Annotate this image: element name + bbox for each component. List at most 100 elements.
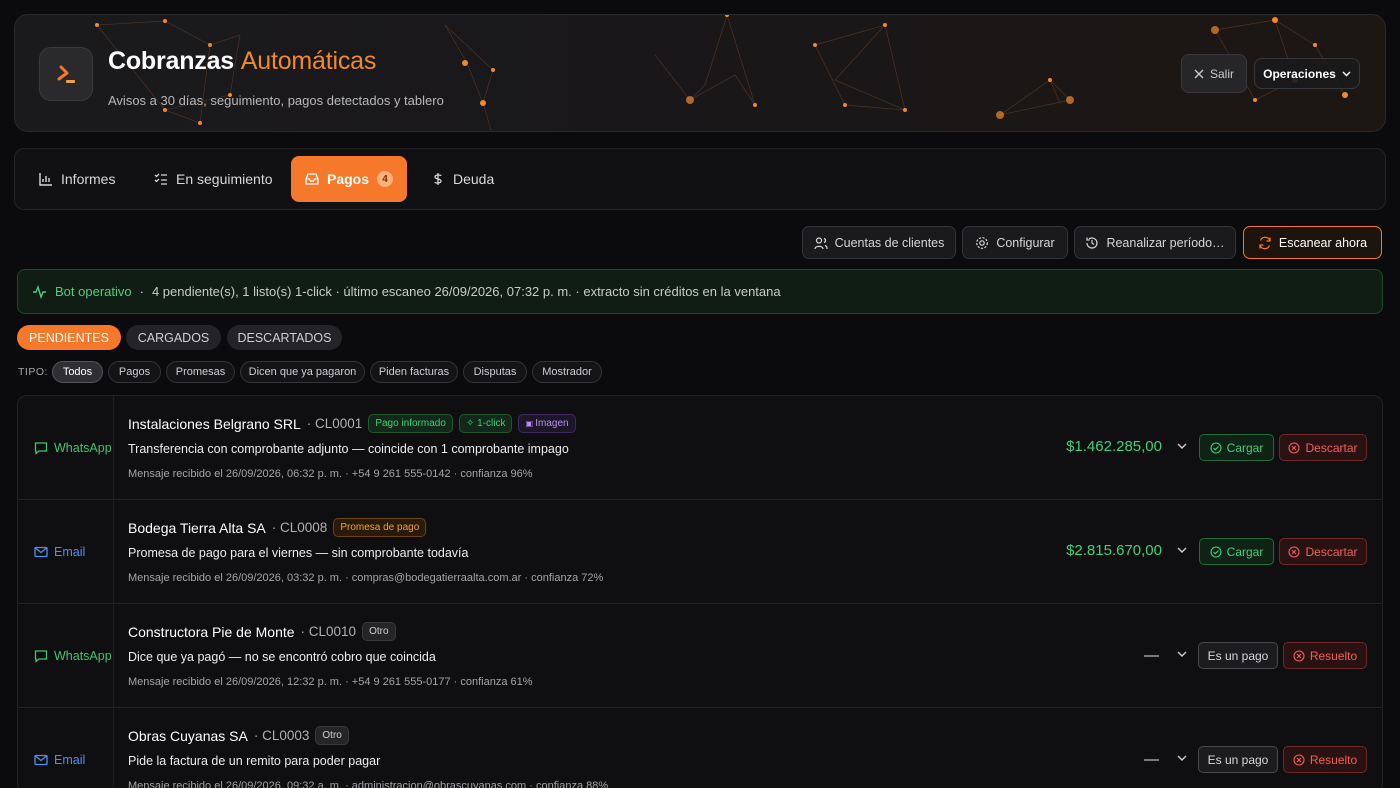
logo-icon [57, 65, 75, 83]
x-circle-icon [1293, 753, 1305, 766]
badge-imagen: ▣ Imagen [518, 414, 576, 433]
channel-cell: WhatsApp [18, 604, 114, 708]
x-circle-icon [1288, 545, 1301, 558]
resolved-button[interactable]: Resuelto [1283, 746, 1367, 773]
chevron-down-icon[interactable] [1176, 440, 1188, 452]
reanalyze-period-button[interactable]: Reanalizar período… [1074, 226, 1236, 259]
row-amount: $1.462.285,00 [1066, 438, 1162, 455]
client-name: Instalaciones Belgrano SRL [128, 415, 301, 432]
scan-now-label: Escanear ahora [1278, 235, 1368, 250]
exit-button[interactable]: Salir [1181, 54, 1247, 93]
app-header: Cobranzas Automáticas Avisos a 30 días, … [14, 14, 1386, 132]
channel-label: WhatsApp [54, 441, 112, 455]
row-meta: Mensaje recibido el 26/09/2026, 03:32 p.… [128, 572, 604, 584]
client-name: Bodega Tierra Alta SA [128, 519, 266, 536]
chat-bubble-icon [34, 442, 48, 455]
operations-dropdown[interactable]: Operaciones [1254, 58, 1360, 89]
client-name: Obras Cuyanas SA [128, 727, 248, 744]
list-item: WhatsApp Constructora Pie de Monte · CL0… [18, 604, 1382, 708]
filter-chip-piden-facturas[interactable]: Piden facturas [370, 361, 458, 383]
filter-chip-promesas[interactable]: Promesas [166, 361, 235, 383]
subtab-pendientes[interactable]: PENDIENTES [17, 325, 121, 350]
discard-button[interactable]: Descartar [1279, 434, 1367, 461]
list-item: WhatsApp Instalaciones Belgrano SRL · CL… [18, 396, 1382, 500]
discard-button-label: Descartar [1305, 544, 1358, 559]
load-button-label: Cargar [1226, 544, 1264, 559]
load-button[interactable]: Cargar [1199, 434, 1274, 461]
chat-bubble-icon [34, 650, 48, 663]
client-accounts-button[interactable]: Cuentas de clientes [802, 226, 956, 259]
bar-chart-icon [39, 173, 52, 186]
row-meta: Mensaje recibido el 26/09/2026, 06:32 p.… [128, 468, 533, 480]
users-icon [813, 236, 828, 249]
checklist-icon [154, 173, 167, 185]
chevron-down-icon [1342, 71, 1351, 76]
inbox-icon [305, 173, 319, 185]
tab-pagos[interactable]: Pagos 4 [291, 156, 407, 202]
row-title: Instalaciones Belgrano SRL · CL0001 Pago… [128, 414, 576, 433]
subtab-descartados[interactable]: DESCARTADOS [227, 325, 342, 350]
mark-as-payment-button[interactable]: Es un pago [1198, 642, 1278, 669]
filter-chip-mostrador[interactable]: Mostrador [532, 361, 602, 383]
discard-button[interactable]: Descartar [1279, 538, 1367, 565]
tab-en-seguimiento[interactable]: En seguimiento [144, 156, 283, 202]
list-item: Email Bodega Tierra Alta SA · CL0008 Pro… [18, 500, 1382, 604]
app-subtitle: Avisos a 30 días, seguimiento, pagos det… [108, 93, 444, 108]
client-code: · CL0010 [300, 624, 357, 639]
row-meta: Mensaje recibido el 26/09/2026, 09:32 a.… [128, 780, 609, 788]
load-button-label: Cargar [1226, 440, 1264, 455]
subtab-cargados[interactable]: CARGADOS [126, 325, 221, 350]
discard-button-label: Descartar [1305, 440, 1358, 455]
resolved-button[interactable]: Resuelto [1283, 642, 1367, 669]
main-tabs: Informes En seguimiento Pagos 4 Deuda [14, 148, 1386, 210]
channel-label: Email [54, 753, 86, 767]
app-title-main: Cobranzas [108, 47, 235, 75]
payments-list: WhatsApp Instalaciones Belgrano SRL · CL… [17, 395, 1383, 788]
activity-icon [33, 284, 46, 299]
tab-informes[interactable]: Informes [29, 156, 125, 202]
row-title: Obras Cuyanas SA · CL0003 Otro [128, 726, 349, 745]
badge-promesa-de-pago: Promesa de pago [333, 518, 427, 537]
row-title: Constructora Pie de Monte · CL0010 Otro [128, 622, 396, 641]
client-code: · CL0008 [271, 520, 328, 535]
configure-button[interactable]: Configurar [962, 226, 1068, 259]
filter-chip-disputas[interactable]: Disputas [463, 361, 527, 383]
row-amount: $2.815.670,00 [1066, 542, 1162, 559]
list-item: Email Obras Cuyanas SA · CL0003 Otro Pid… [18, 708, 1382, 788]
app-title: Cobranzas Automáticas [108, 47, 376, 76]
chevron-down-icon[interactable] [1176, 544, 1188, 556]
badge-one-click-label: 1-click [477, 418, 506, 429]
gear-icon [976, 236, 989, 249]
scan-now-button[interactable]: Escanear ahora [1243, 226, 1382, 259]
mark-as-payment-button[interactable]: Es un pago [1198, 746, 1278, 773]
badge-otro: Otro [362, 622, 396, 641]
channel-label: WhatsApp [54, 649, 112, 663]
mail-icon [34, 546, 48, 558]
tab-deuda[interactable]: Deuda [421, 156, 504, 202]
client-code: · CL0001 [306, 416, 363, 431]
x-circle-icon [1288, 441, 1301, 454]
chevron-down-icon[interactable] [1176, 752, 1188, 764]
bot-status-text: 4 pendiente(s), 1 listo(s) 1-click · últ… [151, 284, 781, 299]
tab-pagos-count-badge: 4 [377, 171, 393, 187]
exit-button-label: Salir [1209, 66, 1234, 81]
tab-pagos-label: Pagos [326, 171, 369, 187]
filter-chip-todos[interactable]: Todos [52, 361, 103, 383]
configure-label: Configurar [996, 235, 1055, 250]
load-button[interactable]: Cargar [1199, 538, 1274, 565]
check-circle-icon [1210, 441, 1222, 454]
history-icon [1086, 236, 1099, 249]
row-description: Promesa de pago para el viernes — sin co… [128, 546, 469, 560]
filter-type-label: TIPO: [18, 366, 48, 378]
client-code: · CL0003 [253, 728, 310, 743]
badge-imagen-label: Imagen [535, 418, 569, 429]
close-icon [1194, 69, 1204, 78]
check-circle-icon [1210, 545, 1222, 558]
row-description: Dice que ya pagó — no se encontró cobro … [128, 650, 436, 664]
refresh-icon [1259, 236, 1271, 249]
badge-otro: Otro [315, 726, 349, 745]
chevron-down-icon[interactable] [1176, 648, 1188, 660]
filter-chip-dicen-que-ya-pagaron[interactable]: Dicen que ya pagaron [240, 361, 365, 383]
filter-chip-pagos[interactable]: Pagos [108, 361, 161, 383]
reanalyze-period-label: Reanalizar período… [1106, 235, 1225, 250]
